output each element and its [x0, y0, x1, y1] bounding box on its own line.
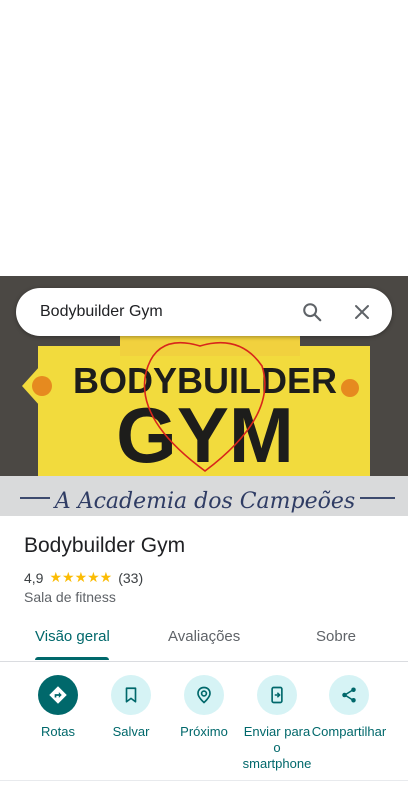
- nearby-icon: [184, 675, 224, 715]
- send-to-phone-button[interactable]: Enviar para o smartphone: [239, 675, 315, 772]
- tab-overview[interactable]: Visão geral: [35, 628, 110, 645]
- search-bar[interactable]: Bodybuilder Gym: [16, 288, 392, 336]
- directions-icon: [38, 675, 78, 715]
- tab-bar: Visão geral Avaliações Sobre: [0, 618, 408, 662]
- rating-value: 4,9: [24, 569, 44, 586]
- save-label: Salvar: [112, 724, 150, 739]
- map-area: [0, 0, 408, 276]
- nearby-label: Próximo: [180, 724, 228, 739]
- star-rating-icon: ★★★★★: [49, 569, 113, 585]
- active-tab-indicator: [35, 657, 109, 660]
- nearby-button[interactable]: Próximo: [166, 675, 242, 740]
- share-label: Compartilhar: [311, 724, 387, 739]
- share-icon: [329, 675, 369, 715]
- share-button[interactable]: Compartilhar: [311, 675, 387, 740]
- place-title: Bodybuilder Gym: [24, 534, 186, 557]
- tab-reviews[interactable]: Avaliações: [168, 628, 240, 645]
- close-icon[interactable]: [350, 300, 374, 324]
- directions-button[interactable]: Rotas: [20, 675, 96, 740]
- divider: [0, 780, 408, 781]
- rating-row[interactable]: 4,9 ★★★★★ (33): [24, 569, 143, 586]
- send-to-phone-icon: [257, 675, 297, 715]
- logo-slogan: A Academia dos Campeões: [53, 489, 355, 514]
- logo-line2: GYM: [116, 391, 294, 479]
- search-input[interactable]: Bodybuilder Gym: [16, 303, 300, 321]
- review-count[interactable]: (33): [118, 570, 143, 586]
- bookmark-icon: [111, 675, 151, 715]
- place-category: Sala de fitness: [24, 589, 116, 605]
- directions-label: Rotas: [41, 724, 75, 739]
- search-icon[interactable]: [300, 300, 324, 324]
- tab-about[interactable]: Sobre: [316, 628, 356, 645]
- save-button[interactable]: Salvar: [93, 675, 169, 740]
- send-to-phone-label: Enviar para o smartphone: [242, 724, 312, 771]
